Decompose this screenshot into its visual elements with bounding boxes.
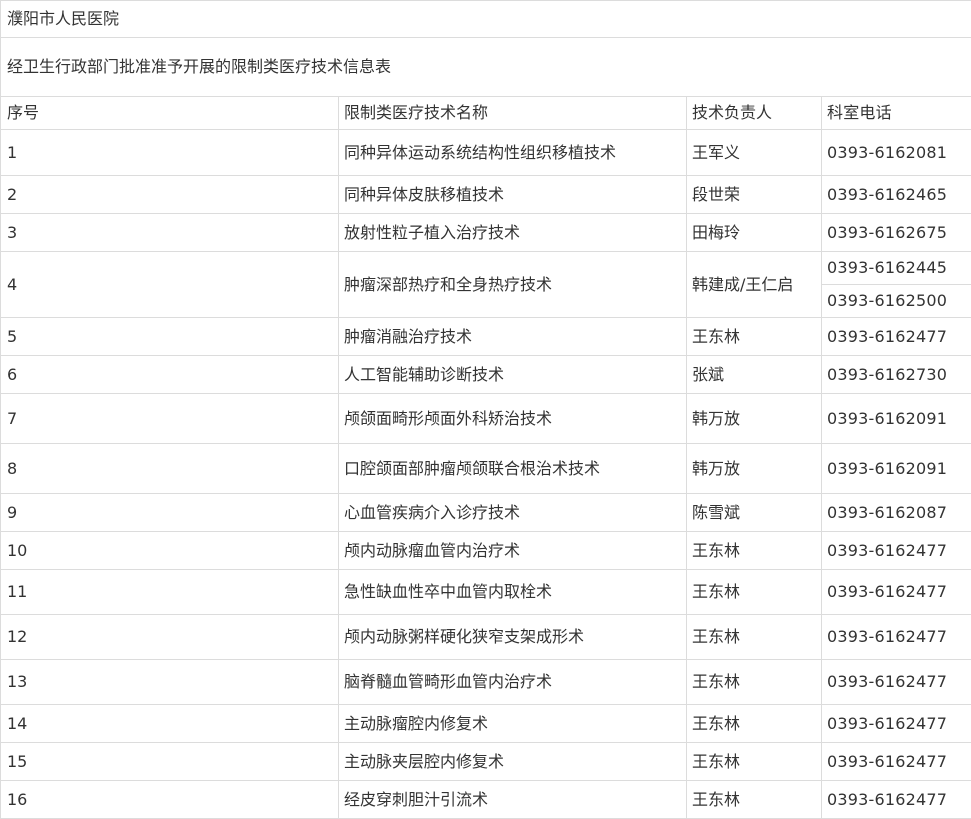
dept-phone: 0393-6162477 — [822, 660, 971, 705]
tech-lead: 王东林 — [687, 532, 822, 570]
tech-lead: 韩建成/王仁启 — [687, 252, 822, 318]
tech-name: 颅内动脉粥样硬化狭窄支架成形术 — [339, 615, 687, 660]
row-index: 11 — [1, 570, 339, 615]
tech-lead: 王东林 — [687, 781, 822, 819]
column-header-phone: 科室电话 — [822, 97, 971, 130]
dept-phone: 0393-6162091 — [822, 444, 971, 494]
tech-lead: 王军义 — [687, 130, 822, 176]
tech-name: 经皮穿刺胆汁引流术 — [339, 781, 687, 819]
tech-lead: 王东林 — [687, 743, 822, 781]
table-body: 濮阳市人民医院 经卫生行政部门批准准予开展的限制类医疗技术信息表 序号 限制类医… — [1, 1, 971, 819]
tech-lead: 王东林 — [687, 570, 822, 615]
table-row: 9心血管疾病介入诊疗技术陈雪斌0393-6162087 — [1, 494, 971, 532]
table-row: 15主动脉夹层腔内修复术王东林0393-6162477 — [1, 743, 971, 781]
table-row: 10颅内动脉瘤血管内治疗术王东林0393-6162477 — [1, 532, 971, 570]
table-row: 5肿瘤消融治疗技术王东林0393-6162477 — [1, 318, 971, 356]
row-index: 14 — [1, 705, 339, 743]
tech-name: 脑脊髓血管畸形血管内治疗术 — [339, 660, 687, 705]
dept-phone: 0393-6162477 — [822, 743, 971, 781]
tech-name: 人工智能辅助诊断技术 — [339, 356, 687, 394]
dept-phone: 0393-6162465 — [822, 176, 971, 214]
table-row: 2同种异体皮肤移植技术段世荣0393-6162465 — [1, 176, 971, 214]
tech-lead: 王东林 — [687, 660, 822, 705]
row-index: 16 — [1, 781, 339, 819]
dept-phone: 0393-6162477 — [822, 532, 971, 570]
restricted-tech-table: 濮阳市人民医院 经卫生行政部门批准准予开展的限制类医疗技术信息表 序号 限制类医… — [0, 0, 971, 819]
tech-name: 肿瘤消融治疗技术 — [339, 318, 687, 356]
dept-phone: 0393-6162675 — [822, 214, 971, 252]
tech-name: 急性缺血性卒中血管内取栓术 — [339, 570, 687, 615]
tech-lead: 陈雪斌 — [687, 494, 822, 532]
table-row: 13脑脊髓血管畸形血管内治疗术王东林0393-6162477 — [1, 660, 971, 705]
table-title: 经卫生行政部门批准准予开展的限制类医疗技术信息表 — [1, 38, 971, 97]
table-row: 12颅内动脉粥样硬化狭窄支架成形术王东林0393-6162477 — [1, 615, 971, 660]
table-row: 3放射性粒子植入治疗技术田梅玲0393-6162675 — [1, 214, 971, 252]
tech-name: 同种异体运动系统结构性组织移植技术 — [339, 130, 687, 176]
row-index: 4 — [1, 252, 339, 318]
column-header-tech: 限制类医疗技术名称 — [339, 97, 687, 130]
row-index: 15 — [1, 743, 339, 781]
table-row: 7颅颌面畸形颅面外科矫治技术韩万放0393-6162091 — [1, 394, 971, 444]
tech-name: 同种异体皮肤移植技术 — [339, 176, 687, 214]
row-index: 9 — [1, 494, 339, 532]
dept-phone: 0393-6162091 — [822, 394, 971, 444]
tech-lead: 王东林 — [687, 705, 822, 743]
dept-phone: 0393-6162477 — [822, 318, 971, 356]
row-index: 3 — [1, 214, 339, 252]
table-row: 11急性缺血性卒中血管内取栓术王东林0393-6162477 — [1, 570, 971, 615]
table-row: 4肿瘤深部热疗和全身热疗技术韩建成/王仁启0393-6162445 — [1, 252, 971, 285]
row-index: 13 — [1, 660, 339, 705]
dept-phone: 0393-6162477 — [822, 615, 971, 660]
row-index: 8 — [1, 444, 339, 494]
dept-phone: 0393-6162477 — [822, 781, 971, 819]
tech-lead: 段世荣 — [687, 176, 822, 214]
tech-lead: 王东林 — [687, 318, 822, 356]
table-row: 8口腔颌面部肿瘤颅颌联合根治术技术韩万放0393-6162091 — [1, 444, 971, 494]
column-header-lead: 技术负责人 — [687, 97, 822, 130]
dept-phone: 0393-6162477 — [822, 570, 971, 615]
tech-name: 放射性粒子植入治疗技术 — [339, 214, 687, 252]
row-index: 10 — [1, 532, 339, 570]
hospital-name: 濮阳市人民医院 — [1, 1, 971, 38]
tech-lead: 韩万放 — [687, 444, 822, 494]
row-index: 6 — [1, 356, 339, 394]
title-row: 经卫生行政部门批准准予开展的限制类医疗技术信息表 — [1, 38, 971, 97]
tech-name: 心血管疾病介入诊疗技术 — [339, 494, 687, 532]
row-index: 1 — [1, 130, 339, 176]
tech-name: 颅内动脉瘤血管内治疗术 — [339, 532, 687, 570]
dept-phone: 0393-6162477 — [822, 705, 971, 743]
column-header-index: 序号 — [1, 97, 339, 130]
table-row: 14主动脉瘤腔内修复术王东林0393-6162477 — [1, 705, 971, 743]
row-index: 12 — [1, 615, 339, 660]
dept-phone: 0393-6162081 — [822, 130, 971, 176]
table-row: 6人工智能辅助诊断技术张斌0393-6162730 — [1, 356, 971, 394]
tech-lead: 张斌 — [687, 356, 822, 394]
tech-name: 肿瘤深部热疗和全身热疗技术 — [339, 252, 687, 318]
row-index: 2 — [1, 176, 339, 214]
tech-lead: 田梅玲 — [687, 214, 822, 252]
tech-name: 颅颌面畸形颅面外科矫治技术 — [339, 394, 687, 444]
dept-phone: 0393-6162445 — [822, 252, 971, 285]
dept-phone: 0393-6162087 — [822, 494, 971, 532]
tech-name: 口腔颌面部肿瘤颅颌联合根治术技术 — [339, 444, 687, 494]
hospital-row: 濮阳市人民医院 — [1, 1, 971, 38]
tech-name: 主动脉夹层腔内修复术 — [339, 743, 687, 781]
table-row: 1同种异体运动系统结构性组织移植技术王军义0393-6162081 — [1, 130, 971, 176]
row-index: 7 — [1, 394, 339, 444]
dept-phone: 0393-6162730 — [822, 356, 971, 394]
table-row: 16经皮穿刺胆汁引流术王东林0393-6162477 — [1, 781, 971, 819]
header-row: 序号 限制类医疗技术名称 技术负责人 科室电话 — [1, 97, 971, 130]
tech-lead: 王东林 — [687, 615, 822, 660]
tech-lead: 韩万放 — [687, 394, 822, 444]
row-index: 5 — [1, 318, 339, 356]
dept-phone: 0393-6162500 — [822, 285, 971, 318]
tech-name: 主动脉瘤腔内修复术 — [339, 705, 687, 743]
